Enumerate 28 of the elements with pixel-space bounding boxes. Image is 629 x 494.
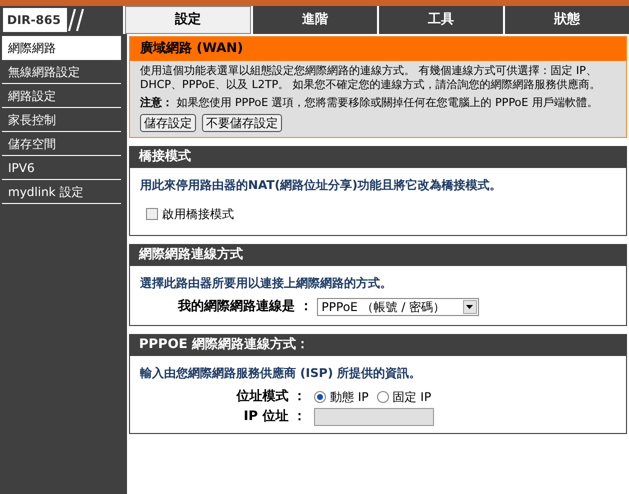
section-intro: 選擇此路由器所要用以連接上網際網路的方式。 xyxy=(140,275,393,292)
nav-tab[interactable]: 狀態 xyxy=(505,6,629,34)
section-intro: 用此來停用路由器的NAT(網路位址分享)功能且將它改為橋接模式。 xyxy=(140,177,503,194)
nav-tab[interactable]: 工具 xyxy=(379,6,503,34)
wan-note: 注意： 如果您使用 PPPoE 選項，您將需要移除或關掉任何在您電腦上的 PPPoE 用戶端軟體。 xyxy=(140,96,599,110)
radio-button[interactable] xyxy=(376,390,389,402)
section-header: 網際網路連線方式 xyxy=(129,244,627,266)
bridge-checkbox[interactable]: 啟用橋接模式 xyxy=(146,205,616,223)
logo: DIR-865 xyxy=(3,8,67,32)
section-header: 橋接模式 xyxy=(129,146,627,168)
sidebar-item[interactable]: 網際網路 xyxy=(2,36,121,60)
slash-logo-icon xyxy=(67,9,85,31)
panel-header: 廣域網路 (WAN) xyxy=(130,37,626,61)
field-label: 位址模式 ： xyxy=(235,388,307,406)
nav-tab[interactable]: 設定 xyxy=(125,6,251,34)
radio-option[interactable]: 固定 IP xyxy=(376,388,432,406)
section-header: PPPOE 網際網路連線方式： xyxy=(129,334,627,356)
checkbox[interactable] xyxy=(146,208,158,220)
nav-tab[interactable]: 進階 xyxy=(253,6,377,34)
section-intro: 輸入由您網際網路服務供應商 (ISP) 所提供的資訊。 xyxy=(140,364,422,382)
radio-button[interactable] xyxy=(314,390,326,402)
wan-description: 使用這個功能表選單以組態設定您網際網路的連線方式。 有幾個連線方式可供選擇：固定 IP、DHCP、PPPoE、以及 L2TP。 如果您不確定您的連線方式，請洽詢您的網際網路服務供應商。 xyxy=(140,64,602,92)
select-label: 我的網際網路連線是 ： xyxy=(178,298,313,316)
form-button[interactable]: 儲存設定 xyxy=(140,114,196,132)
radio-option[interactable]: 動態 IP xyxy=(314,388,369,406)
connection-dropdown[interactable]: PPPoE （帳號 / 密碼） xyxy=(316,298,479,316)
field-label: IP 位址 ： xyxy=(242,408,307,426)
form-button[interactable]: 不要儲存設定 xyxy=(202,114,282,132)
